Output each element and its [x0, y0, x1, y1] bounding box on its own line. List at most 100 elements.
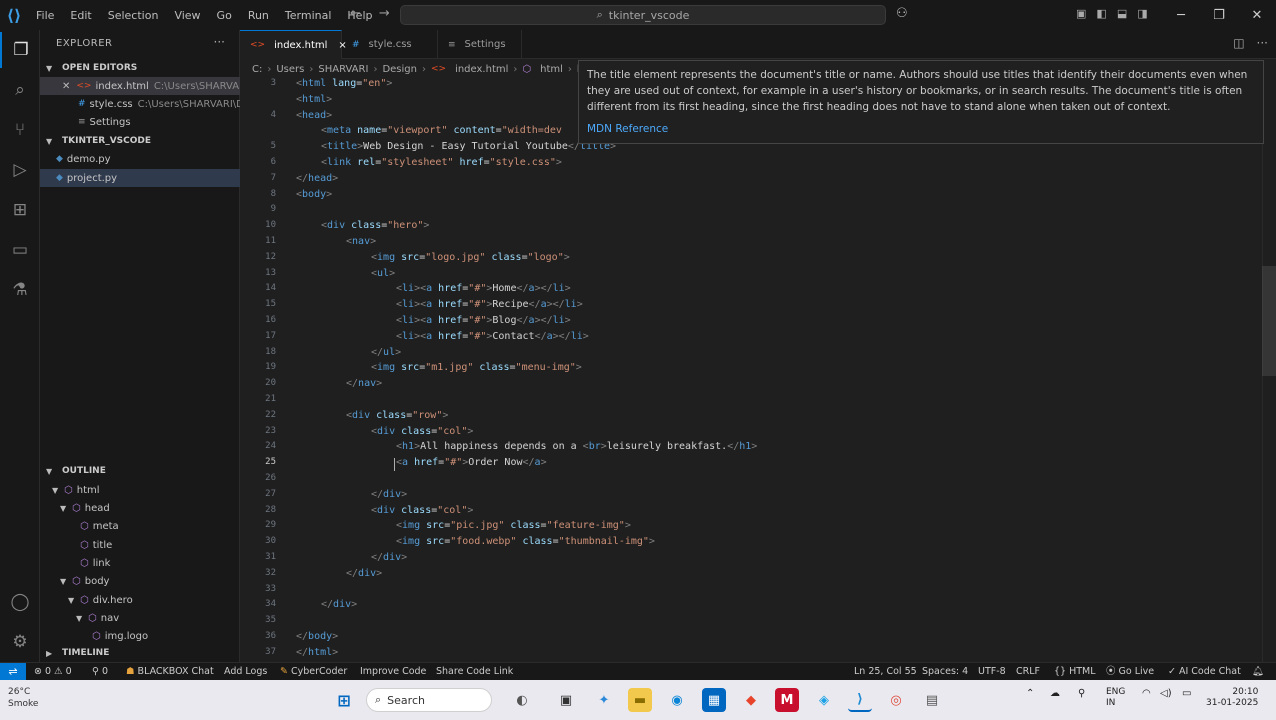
- folder-header[interactable]: ▼ TKINTER_VSCODE: [40, 132, 240, 150]
- open-editor-item[interactable]: ≡ Settings: [40, 113, 240, 131]
- mdn-reference-link[interactable]: MDN Reference: [587, 121, 1255, 137]
- cloud-icon[interactable]: ☁: [1050, 688, 1060, 699]
- menu-go[interactable]: Go: [209, 9, 240, 22]
- code-line[interactable]: </body>: [296, 631, 338, 642]
- copilot-app-icon[interactable]: ✦: [592, 688, 616, 712]
- outline-item[interactable]: ▼ ⬡ body: [40, 572, 240, 590]
- tab-settings[interactable]: ≡ Settings: [438, 30, 522, 59]
- menu-terminal[interactable]: Terminal: [277, 9, 340, 22]
- close-icon[interactable]: ✕: [1238, 8, 1276, 23]
- code-line[interactable]: <a href="#">Order Now</a>: [396, 457, 547, 468]
- vscode-taskbar-icon[interactable]: ⟩: [848, 688, 872, 712]
- source-control-icon[interactable]: ⑂: [0, 112, 40, 148]
- breadcrumb-item[interactable]: SHARVARI: [318, 64, 368, 75]
- outline-item[interactable]: ⬡ meta: [40, 517, 240, 535]
- outline-item[interactable]: ▼ ⬡ head: [40, 499, 240, 517]
- store-icon[interactable]: ▦: [702, 688, 726, 712]
- cursor-position[interactable]: Ln 25, Col 55: [854, 663, 917, 681]
- code-line[interactable]: <head>: [296, 110, 332, 121]
- code-line[interactable]: <div class="col">: [371, 505, 473, 516]
- code-line[interactable]: <h1>All happiness depends on a <br>leisu…: [396, 441, 757, 452]
- code-line[interactable]: <meta name="viewport" content="width=dev: [321, 125, 562, 136]
- code-line[interactable]: </div>: [371, 552, 407, 563]
- timeline-header[interactable]: ▶ TIMELINE: [40, 644, 240, 662]
- menu-edit[interactable]: Edit: [62, 9, 99, 22]
- code-line[interactable]: <img src="food.webp" class="thumbnail-im…: [396, 536, 655, 547]
- menu-view[interactable]: View: [166, 9, 208, 22]
- code-line[interactable]: </div>: [371, 489, 407, 500]
- toggle-panel-icon[interactable]: ⬓: [1117, 7, 1127, 20]
- blackbox-chat-item[interactable]: ☗ BLACKBOX Chat: [126, 663, 214, 681]
- menu-file[interactable]: File: [28, 9, 62, 22]
- command-center-search[interactable]: ⌕ tkinter_vscode: [400, 5, 886, 25]
- more-actions-icon[interactable]: ···: [1257, 36, 1268, 50]
- weather-widget[interactable]: 26°C Smoke: [8, 686, 38, 710]
- manage-gear-icon[interactable]: ⚙: [0, 624, 40, 660]
- wifi-icon[interactable]: ◠: [1142, 688, 1151, 699]
- code-line[interactable]: <img src="m1.jpg" class="menu-img">: [371, 362, 582, 373]
- code-line[interactable]: <ul>: [371, 268, 395, 279]
- ports-indicator[interactable]: ⚲ 0: [92, 663, 108, 681]
- problems-indicator[interactable]: ⊗ 0 ⚠ 0: [34, 663, 72, 681]
- code-line[interactable]: </html>: [296, 647, 338, 658]
- open-editors-header[interactable]: ▼ OPEN EDITORS: [40, 59, 240, 77]
- run-debug-icon[interactable]: ▷: [0, 152, 40, 188]
- toggle-secondary-sidebar-icon[interactable]: ◨: [1137, 7, 1147, 20]
- toggle-sidebar-icon[interactable]: ◧: [1096, 7, 1106, 20]
- outline-item[interactable]: ▼ ⬡ nav: [40, 609, 240, 627]
- code-line[interactable]: <li><a href="#">Home</a></li>: [396, 283, 571, 294]
- vertical-scrollbar[interactable]: [1262, 76, 1276, 662]
- code-line[interactable]: <li><a href="#">Recipe</a></li>: [396, 299, 583, 310]
- customize-layout-icon[interactable]: ▣: [1076, 7, 1086, 20]
- code-line[interactable]: <html lang="en">: [296, 78, 392, 89]
- code-line[interactable]: <li><a href="#">Blog</a></li>: [396, 315, 571, 326]
- encoding[interactable]: UTF-8: [978, 663, 1006, 681]
- code-line[interactable]: <img src="pic.jpg" class="feature-img">: [396, 520, 631, 531]
- breadcrumb-item[interactable]: html: [540, 64, 563, 75]
- code-line[interactable]: <div class="col">: [371, 426, 473, 437]
- code-line[interactable]: <body>: [296, 189, 332, 200]
- windows-start-icon[interactable]: ⊞: [332, 688, 356, 712]
- scrollbar-thumb[interactable]: [1262, 266, 1276, 376]
- widgets-icon[interactable]: ◐: [510, 688, 534, 712]
- code-line[interactable]: <nav>: [346, 236, 376, 247]
- chrome-icon[interactable]: ◎: [884, 688, 908, 712]
- outline-item[interactable]: ▼ ⬡ html: [40, 481, 240, 499]
- forward-arrow-icon[interactable]: →: [379, 6, 390, 21]
- close-icon[interactable]: ✕: [62, 81, 70, 92]
- search-icon[interactable]: ⌕: [0, 72, 40, 108]
- explorer-icon[interactable]: ❐: [0, 32, 40, 68]
- clock[interactable]: 20:10 31-01-2025: [1206, 687, 1258, 709]
- usb-icon[interactable]: ⚲: [1078, 688, 1085, 699]
- breadcrumb-item[interactable]: C:: [252, 64, 262, 75]
- open-editor-item[interactable]: # style.css C:\Users\SHARVARI\D...: [40, 95, 240, 113]
- cybercoder-item[interactable]: ✎ CyberCoder: [280, 663, 347, 681]
- remote-explorer-icon[interactable]: ▭: [0, 232, 40, 268]
- code-line[interactable]: </ul>: [371, 347, 401, 358]
- menu-selection[interactable]: Selection: [100, 9, 167, 22]
- language-indicator[interactable]: ENG IN: [1106, 687, 1125, 709]
- line-ending[interactable]: CRLF: [1016, 663, 1040, 681]
- volume-icon[interactable]: ◁): [1160, 688, 1172, 699]
- app-icon[interactable]: ◈: [812, 688, 836, 712]
- ai-code-chat-button[interactable]: ✓ AI Code Chat: [1168, 663, 1241, 681]
- code-line[interactable]: <div class="hero">: [321, 220, 429, 231]
- code-line[interactable]: <img src="logo.jpg" class="logo">: [371, 252, 570, 263]
- outline-item[interactable]: ▼ ⬡ div.hero: [40, 591, 240, 609]
- minimize-icon[interactable]: ─: [1162, 8, 1200, 23]
- extensions-icon[interactable]: ⊞: [0, 192, 40, 228]
- code-line[interactable]: <div class="row">: [346, 410, 448, 421]
- menu-run[interactable]: Run: [240, 9, 277, 22]
- code-line[interactable]: </div>: [346, 568, 382, 579]
- code-line[interactable]: <title>Web Design - Easy Tutorial Youtub…: [321, 141, 616, 152]
- file-explorer-icon[interactable]: ▬: [628, 688, 652, 712]
- breadcrumb-item[interactable]: Design: [382, 64, 417, 75]
- code-line[interactable]: </nav>: [346, 378, 382, 389]
- code-line[interactable]: </div>: [321, 599, 357, 610]
- outline-item[interactable]: ⬡ img.logo: [40, 627, 240, 645]
- copilot-icon[interactable]: ⚇: [896, 6, 908, 21]
- restore-icon[interactable]: ❐: [1200, 8, 1238, 23]
- go-live-button[interactable]: ⦿ Go Live: [1106, 663, 1154, 681]
- outline-header[interactable]: ▼ OUTLINE: [40, 462, 240, 480]
- indentation[interactable]: Spaces: 4: [922, 663, 968, 681]
